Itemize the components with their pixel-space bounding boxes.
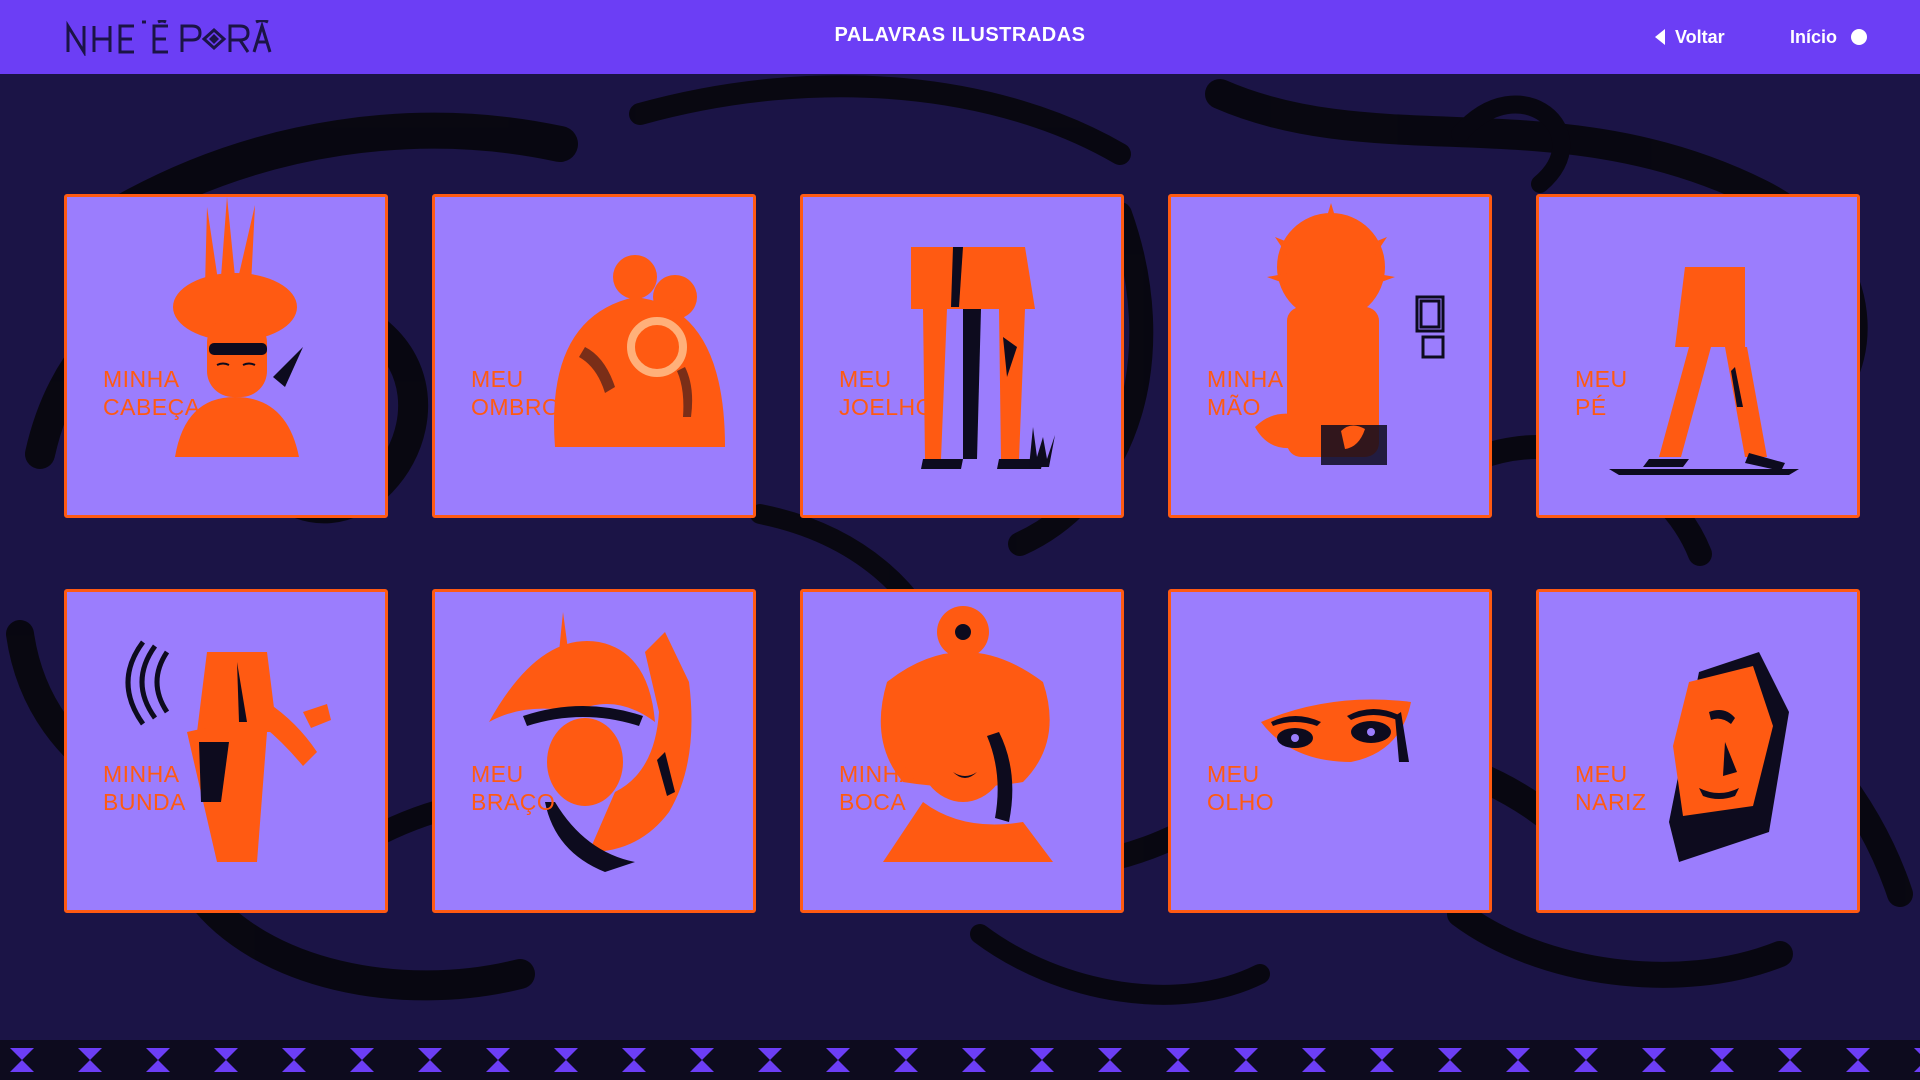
word-card-meu-nariz[interactable]: MEU NARIZ — [1536, 589, 1860, 913]
home-label: Início — [1790, 26, 1838, 47]
card-label: MEU PÉ — [1575, 366, 1628, 420]
back-label: Voltar — [1675, 26, 1725, 47]
eyes-figure-icon — [1261, 699, 1411, 762]
dancing-hips-figure-icon — [125, 640, 331, 862]
home-dot-icon — [1851, 29, 1868, 45]
head-headdress-figure-icon — [173, 197, 303, 457]
card-label: MINHA BOCA — [839, 761, 916, 815]
card-label: MINHA CABEÇA — [103, 366, 201, 420]
shoulders-embrace-figure-icon — [554, 255, 725, 447]
face-nose-figure-icon — [1669, 652, 1789, 862]
card-label: MINHA MÃO — [1207, 366, 1284, 420]
walking-feet-figure-icon — [1609, 267, 1799, 475]
word-card-minha-cabeca[interactable]: MINHA CABEÇA — [64, 194, 388, 518]
word-card-meu-pe[interactable]: MEU PÉ — [1536, 194, 1860, 518]
home-button[interactable]: Início — [1790, 22, 1868, 52]
hands-sun-figure-icon — [1255, 203, 1445, 465]
word-card-minha-boca[interactable]: MINHA BOCA — [800, 589, 1124, 913]
back-button[interactable]: Voltar — [1655, 22, 1725, 52]
card-label: MEU JOELHO — [839, 366, 935, 420]
legs-knee-figure-icon — [911, 247, 1055, 469]
word-card-minha-bunda[interactable]: MINHA BUNDA — [64, 589, 388, 913]
bottom-pattern-band — [0, 1040, 1920, 1080]
word-card-meu-ombro[interactable]: MEU OMBRO — [432, 194, 756, 518]
card-label: MEU OLHO — [1207, 761, 1275, 815]
word-card-meu-olho[interactable]: MEU OLHO — [1168, 589, 1492, 913]
word-card-minha-mao[interactable]: MINHA MÃO — [1168, 194, 1492, 518]
back-arrow-icon — [1655, 29, 1665, 45]
card-label: MEU BRAÇO — [471, 761, 556, 815]
word-card-grid: MINHA CABEÇA MEU OMBRO MEU JOELHO MINHA … — [64, 194, 1860, 913]
top-bar: PALAVRAS ILUSTRADAS Voltar Início — [0, 0, 1920, 74]
card-label: MEU NARIZ — [1575, 761, 1647, 815]
face-mouth-figure-icon — [880, 606, 1053, 862]
raised-arm-figure-icon — [489, 612, 692, 872]
word-card-meu-joelho[interactable]: MEU JOELHO — [800, 194, 1124, 518]
card-label: MINHA BUNDA — [103, 761, 187, 815]
page-title: PALAVRAS ILUSTRADAS — [834, 24, 1086, 46]
word-card-meu-braco[interactable]: MEU BRAÇO — [432, 589, 756, 913]
card-label: MEU OMBRO — [471, 366, 561, 420]
